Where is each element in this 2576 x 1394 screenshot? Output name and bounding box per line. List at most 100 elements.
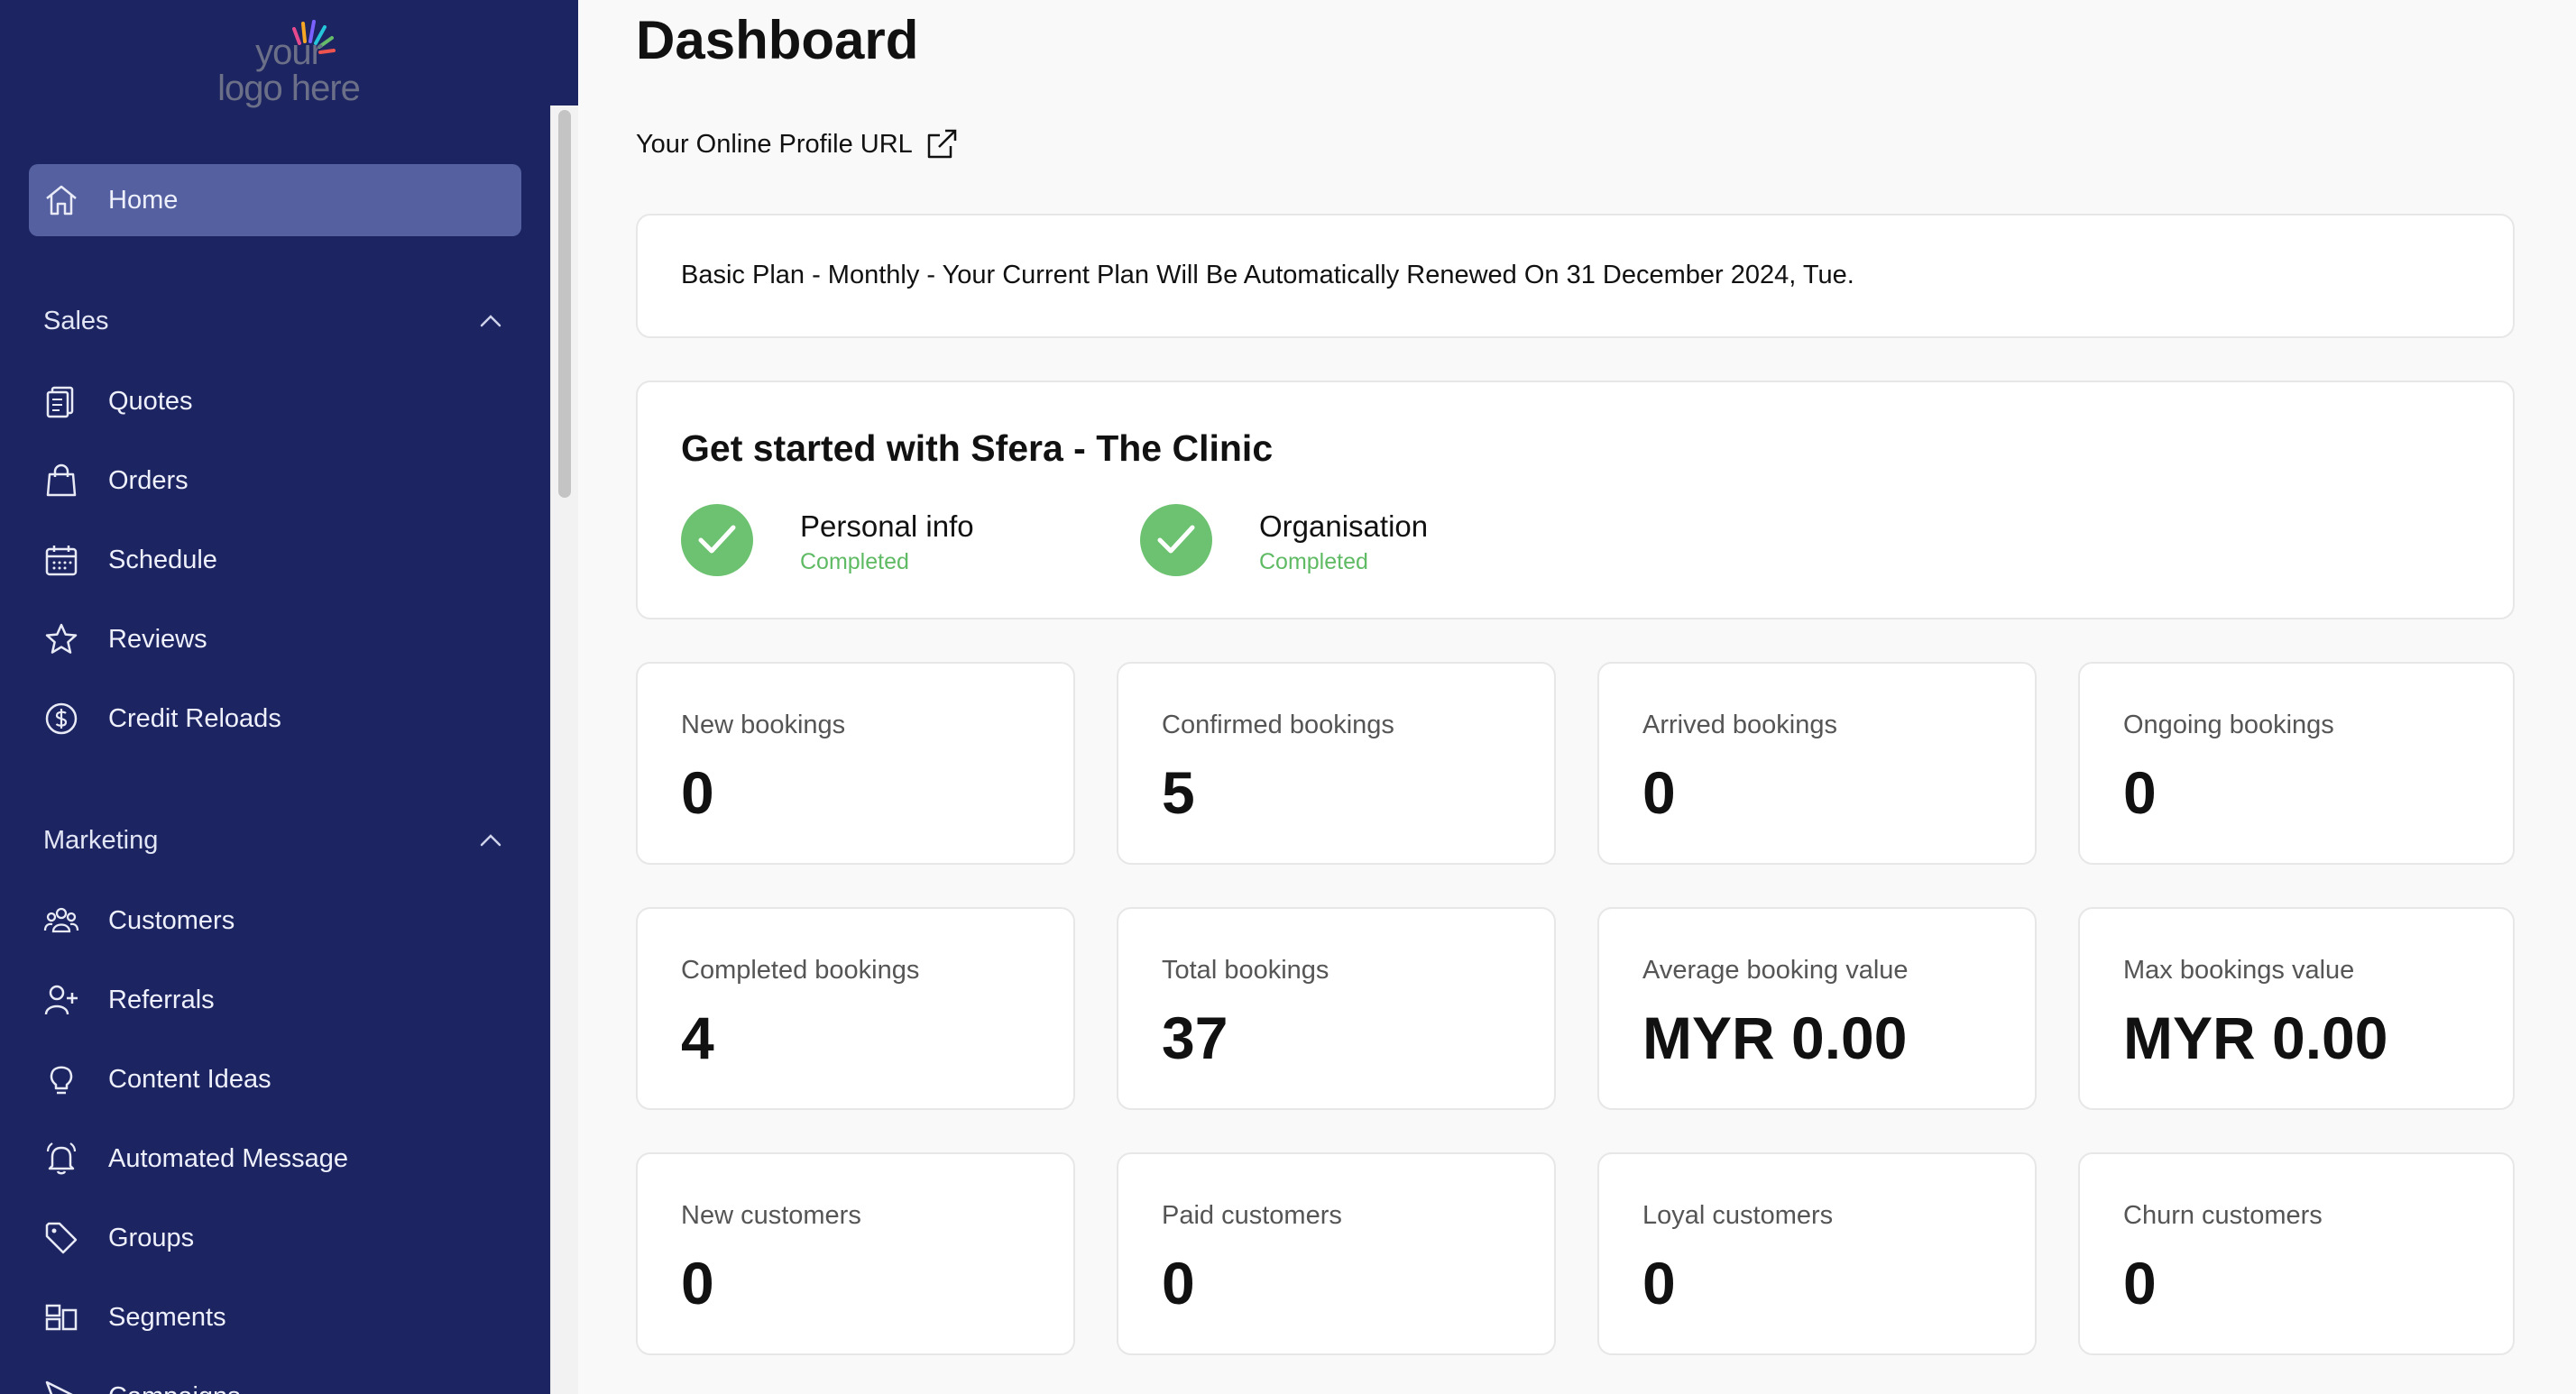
step-status: Completed (800, 549, 909, 574)
sidebar-item-reviews[interactable]: Reviews (29, 603, 521, 675)
sidebar-item-credit-reloads[interactable]: Credit Reloads (29, 683, 521, 755)
sidebar-item-label: Content Ideas (108, 1065, 271, 1094)
stat-value: 0 (681, 759, 714, 826)
stat-label: Max bookings value (2123, 956, 2355, 985)
chevron-up-icon (480, 315, 501, 327)
stat-label: New customers (681, 1201, 861, 1230)
shopping-bag-icon (46, 463, 77, 497)
page-title: Dashboard (636, 10, 919, 70)
stat-label: Loyal customers (1642, 1201, 1834, 1230)
sidebar-item-referrals[interactable]: Referrals (29, 964, 521, 1036)
stat-label: New bookings (681, 711, 846, 739)
stat-card: Average booking value MYR 0.00 (1597, 907, 2037, 1110)
stat-label: Churn customers (2123, 1201, 2323, 1230)
check-icon (681, 504, 753, 576)
plan-notice: Basic Plan - Monthly - Your Current Plan… (681, 261, 1854, 289)
sidebar-item-segments[interactable]: Segments (29, 1281, 521, 1353)
tag-icon (45, 1222, 78, 1254)
stat-card: Completed bookings 4 (636, 907, 1075, 1110)
stat-value: 0 (1162, 1250, 1195, 1316)
sidebar-item-label: Automated Message (108, 1144, 348, 1173)
step-personal-info[interactable]: Personal info Completed (681, 504, 1060, 585)
section-title: Sales (43, 307, 109, 335)
sidebar-scrollbar-thumb[interactable] (558, 110, 571, 498)
lightbulb-icon (50, 1066, 73, 1095)
sidebar-item-label: Quotes (108, 387, 193, 416)
sidebar-item-label: Schedule (108, 546, 217, 574)
sidebar-edge (550, 0, 578, 105)
stat-value: MYR 0.00 (1642, 1004, 1908, 1071)
external-link-icon[interactable] (924, 126, 960, 162)
stat-label: Confirmed bookings (1162, 711, 1394, 739)
stat-card: Ongoing bookings 0 (2078, 662, 2515, 865)
stat-card: Confirmed bookings 5 (1117, 662, 1556, 865)
section-marketing[interactable]: Marketing (43, 826, 503, 862)
stat-value: 37 (1162, 1004, 1228, 1071)
send-icon (45, 1380, 73, 1394)
stat-card: New bookings 0 (636, 662, 1075, 865)
home-icon (46, 185, 77, 216)
sidebar-item-customers[interactable]: Customers (29, 885, 521, 957)
stat-label: Arrived bookings (1642, 711, 1837, 739)
step-organisation[interactable]: Organisation Completed (1140, 504, 1519, 585)
logo-text: your logo here (216, 34, 361, 106)
sidebar-item-label: Groups (108, 1224, 195, 1252)
sidebar-item-content-ideas[interactable]: Content Ideas (29, 1043, 521, 1115)
section-title: Marketing (43, 826, 159, 855)
stat-card: Paid customers 0 (1117, 1152, 1556, 1355)
stat-value: 0 (2123, 759, 2157, 826)
stat-label: Average booking value (1642, 956, 1909, 985)
sidebar-item-quotes[interactable]: Quotes (29, 365, 521, 437)
section-sales[interactable]: Sales (43, 307, 503, 343)
stat-value: 0 (2123, 1250, 2157, 1316)
online-profile-link[interactable]: Your Online Profile URL (636, 126, 960, 162)
sidebar-item-schedule[interactable]: Schedule (29, 524, 521, 596)
stat-label: Completed bookings (681, 956, 920, 985)
stat-card: New customers 0 (636, 1152, 1075, 1355)
stat-value: MYR 0.00 (2123, 1004, 2388, 1071)
sidebar-item-label: Campaigns (108, 1382, 241, 1394)
bell-ring-icon (46, 1142, 77, 1175)
stat-value: 0 (1642, 1250, 1676, 1316)
stat-card: Arrived bookings 0 (1597, 662, 2037, 865)
plan-notice-card: Basic Plan - Monthly - Your Current Plan… (636, 214, 2515, 338)
stat-value: 5 (1162, 759, 1195, 826)
sidebar-item-home[interactable]: Home (29, 164, 521, 236)
sidebar-item-label: Reviews (108, 625, 207, 654)
stat-label: Ongoing bookings (2123, 711, 2334, 739)
stat-card: Total bookings 37 (1117, 907, 1556, 1110)
sidebar-item-label: Home (108, 186, 179, 215)
stat-label: Paid customers (1162, 1201, 1342, 1230)
dollar-circle-icon (45, 702, 78, 735)
logo-line-1: your (255, 32, 323, 72)
step-title: Personal info (800, 509, 974, 543)
calendar-icon (45, 546, 78, 576)
step-title: Organisation (1259, 509, 1429, 543)
sidebar-item-label: Credit Reloads (108, 704, 281, 733)
online-profile-label: Your Online Profile URL (636, 129, 913, 159)
logo[interactable]: your logo here (216, 16, 361, 106)
stat-value: 4 (681, 1004, 714, 1071)
stat-value: 0 (681, 1250, 714, 1316)
sidebar-item-label: Orders (108, 466, 189, 495)
stat-card: Loyal customers 0 (1597, 1152, 2037, 1355)
chevron-up-icon (480, 834, 501, 847)
sidebar-item-label: Segments (108, 1303, 226, 1332)
sidebar-item-groups[interactable]: Groups (29, 1202, 521, 1274)
sidebar-item-label: Referrals (108, 986, 215, 1014)
sidebar: your logo here Home Sales Quotes Orders (0, 0, 550, 1394)
sidebar-item-automated-message[interactable]: Automated Message (29, 1123, 521, 1195)
star-icon (45, 623, 78, 654)
stat-card: Churn customers 0 (2078, 1152, 2515, 1355)
stat-label: Total bookings (1162, 956, 1329, 985)
sidebar-item-orders[interactable]: Orders (29, 445, 521, 517)
sidebar-item-label: Customers (108, 906, 235, 935)
layout-segments-icon (45, 1304, 78, 1331)
quotes-icon (46, 386, 74, 418)
stat-card: Max bookings value MYR 0.00 (2078, 907, 2515, 1110)
get-started-title: Get started with Sfera - The Clinic (681, 427, 1274, 469)
step-status: Completed (1259, 549, 1368, 574)
sidebar-item-campaigns[interactable]: Campaigns (29, 1361, 521, 1394)
stat-value: 0 (1642, 759, 1676, 826)
users-icon (43, 907, 79, 933)
